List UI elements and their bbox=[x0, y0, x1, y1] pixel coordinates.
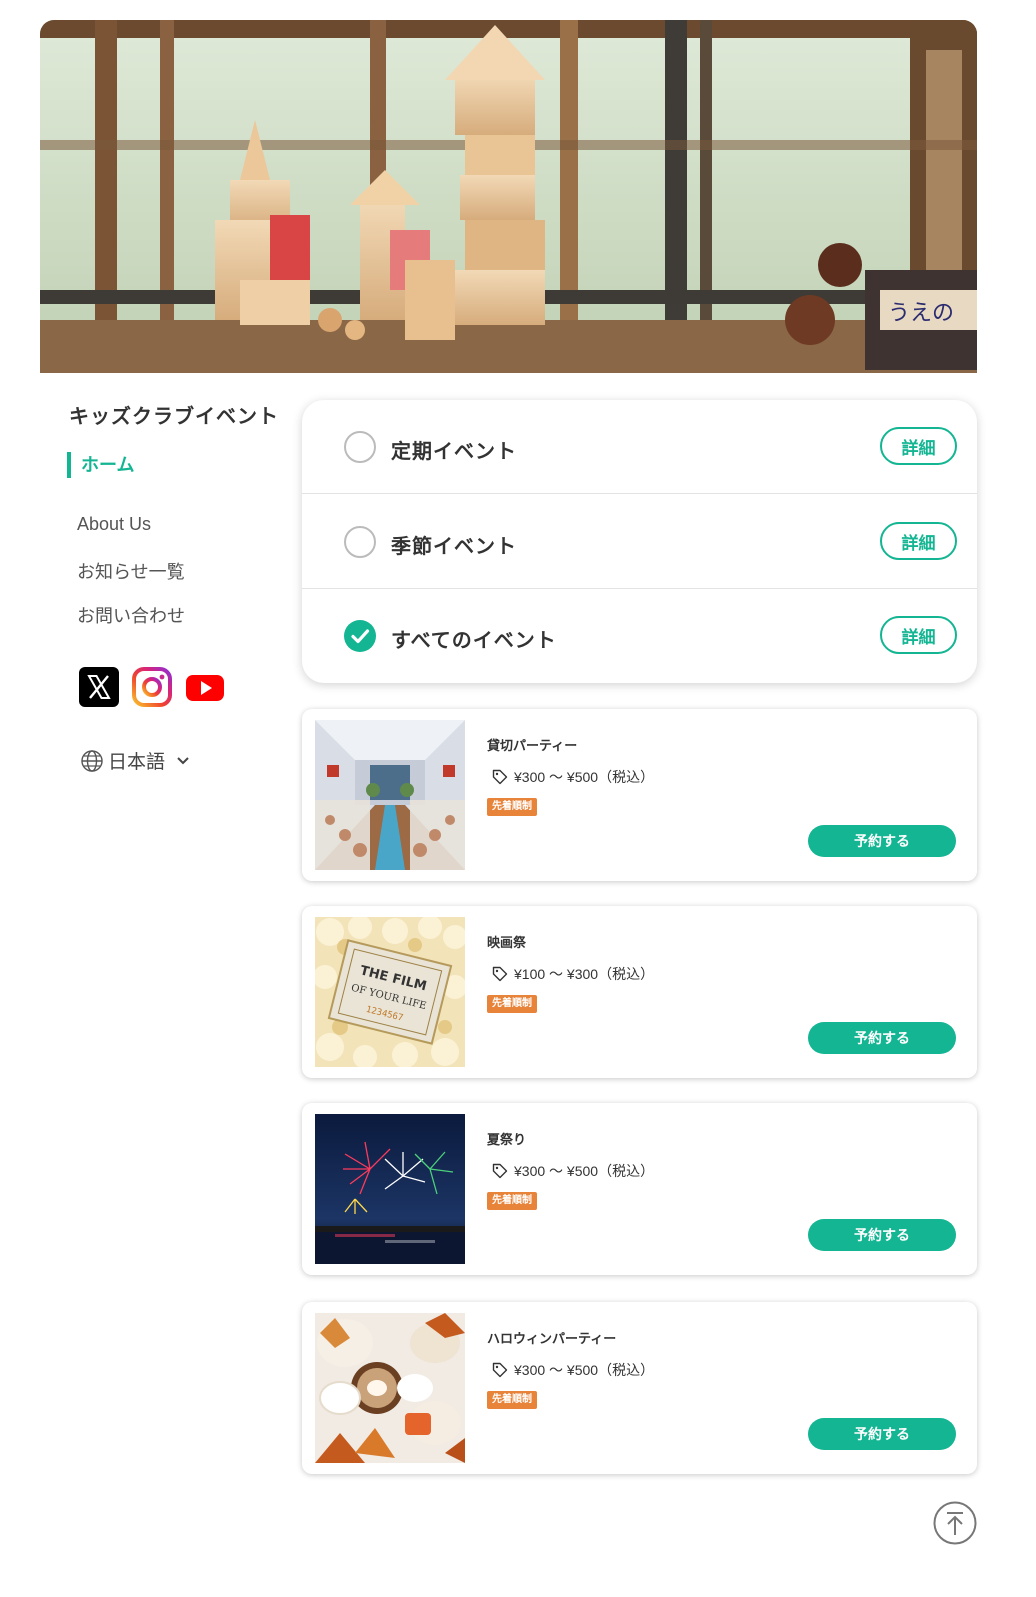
first-come-badge: 先着順制 bbox=[487, 798, 537, 816]
event-image-halloween bbox=[315, 1313, 465, 1463]
filter-option-seasonal[interactable]: 季節イベント 詳細 bbox=[302, 495, 977, 589]
event-filter-panel: 定期イベント 詳細 季節イベント 詳細 すべてのイベント 詳細 bbox=[302, 400, 977, 683]
event-title: ハロウィンパーティー bbox=[487, 1331, 617, 1346]
filter-option-all[interactable]: すべてのイベント 詳細 bbox=[302, 589, 977, 683]
price-tag-icon bbox=[492, 966, 508, 982]
event-price: ¥100 〜 ¥300（税込） bbox=[492, 964, 654, 984]
first-come-badge: 先着順制 bbox=[487, 1391, 537, 1409]
price-text: ¥300 〜 ¥500（税込） bbox=[514, 769, 655, 785]
nav-link-about[interactable]: About Us bbox=[77, 514, 151, 535]
language-selector[interactable]: 日本語 bbox=[80, 747, 191, 774]
filter-label: 季節イベント bbox=[391, 536, 517, 558]
site-title: キッズクラブイベント bbox=[69, 406, 279, 428]
first-come-badge: 先着順制 bbox=[487, 995, 537, 1013]
event-card: 貸切パーティー ¥300 〜 ¥500（税込） 先着順制 予約する bbox=[302, 709, 977, 881]
price-text: ¥100 〜 ¥300（税込） bbox=[514, 966, 655, 982]
reserve-button[interactable]: 予約する bbox=[808, 825, 956, 857]
event-image-fireworks bbox=[315, 1114, 465, 1264]
check-icon bbox=[351, 629, 370, 644]
reserve-button[interactable]: 予約する bbox=[808, 1418, 956, 1450]
event-price: ¥300 〜 ¥500（税込） bbox=[492, 767, 654, 787]
event-title: 貸切パーティー bbox=[487, 738, 578, 753]
reserve-button[interactable]: 予約する bbox=[808, 1219, 956, 1251]
hero-sign-text: うえの bbox=[888, 301, 954, 326]
hero-image: うえの bbox=[40, 20, 977, 373]
detail-button[interactable]: 詳細 bbox=[880, 427, 957, 465]
globe-icon bbox=[81, 749, 103, 772]
event-image-banquet bbox=[315, 720, 465, 870]
radio-unchecked[interactable] bbox=[344, 526, 376, 558]
filter-option-regular[interactable]: 定期イベント 詳細 bbox=[302, 400, 977, 494]
first-come-badge: 先着順制 bbox=[487, 1192, 537, 1210]
event-image-film: THE FILM OF YOUR LIFE 1234567 bbox=[315, 917, 465, 1067]
price-text: ¥300 〜 ¥500（税込） bbox=[514, 1163, 655, 1179]
price-tag-icon bbox=[492, 1163, 508, 1179]
radio-unchecked[interactable] bbox=[344, 431, 376, 463]
back-to-top-button[interactable] bbox=[933, 1501, 977, 1545]
arrow-up-icon bbox=[933, 1501, 977, 1545]
nav-link-news[interactable]: お知らせ一覧 bbox=[77, 558, 185, 584]
price-tag-icon bbox=[492, 769, 508, 785]
nav-link-contact[interactable]: お問い合わせ bbox=[77, 602, 185, 628]
chevron-down-icon bbox=[177, 756, 189, 764]
radio-checked[interactable] bbox=[344, 620, 376, 652]
language-label: 日本語 bbox=[108, 752, 166, 773]
reserve-button[interactable]: 予約する bbox=[808, 1022, 956, 1054]
event-card: THE FILM OF YOUR LIFE 1234567 映画祭 ¥100 〜… bbox=[302, 906, 977, 1078]
price-tag-icon bbox=[492, 1362, 508, 1378]
price-text: ¥300 〜 ¥500（税込） bbox=[514, 1362, 655, 1378]
event-title: 夏祭り bbox=[487, 1132, 527, 1147]
event-card: 夏祭り ¥300 〜 ¥500（税込） 先着順制 予約する bbox=[302, 1103, 977, 1275]
nav-home-link[interactable]: ホーム bbox=[67, 452, 134, 478]
youtube-icon[interactable] bbox=[185, 667, 225, 707]
x-icon[interactable] bbox=[79, 667, 119, 707]
instagram-icon[interactable] bbox=[132, 667, 172, 707]
event-title: 映画祭 bbox=[487, 935, 527, 950]
detail-button[interactable]: 詳細 bbox=[880, 522, 957, 560]
filter-label: すべてのイベント bbox=[391, 630, 557, 652]
event-card: ハロウィンパーティー ¥300 〜 ¥500（税込） 先着順制 予約する bbox=[302, 1302, 977, 1474]
event-price: ¥300 〜 ¥500（税込） bbox=[492, 1161, 654, 1181]
filter-label: 定期イベント bbox=[391, 441, 517, 463]
detail-button[interactable]: 詳細 bbox=[880, 616, 957, 654]
event-price: ¥300 〜 ¥500（税込） bbox=[492, 1360, 654, 1380]
